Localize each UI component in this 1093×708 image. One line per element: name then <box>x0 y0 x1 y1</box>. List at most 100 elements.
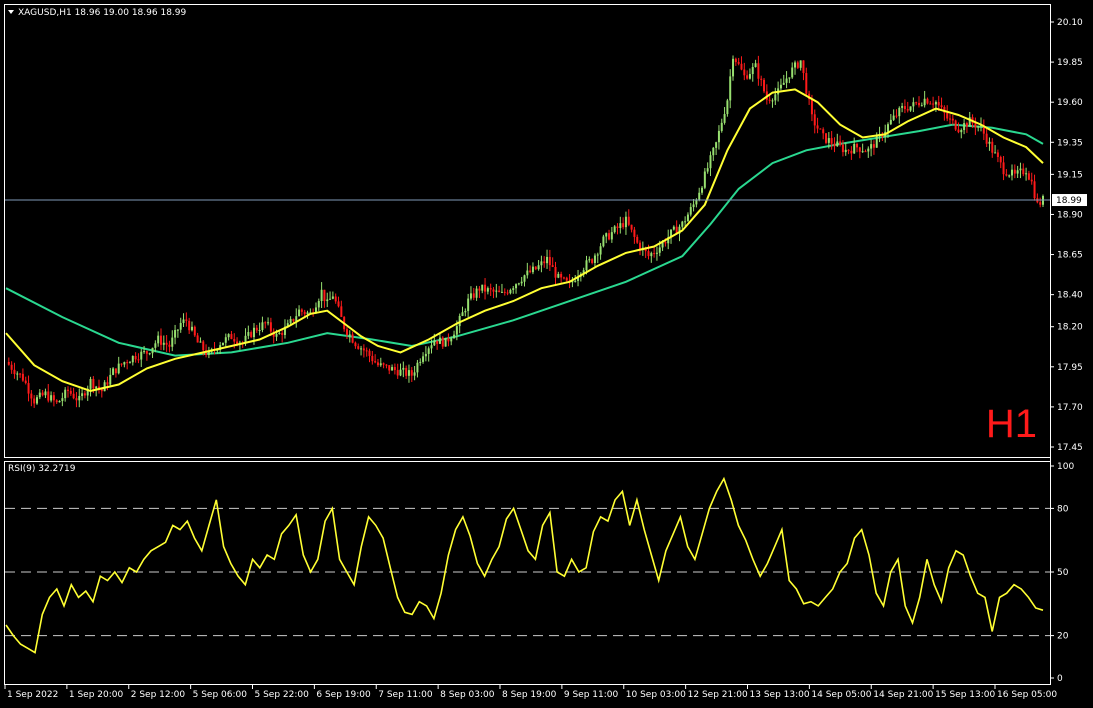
candle-body <box>95 386 98 389</box>
candle-body <box>179 322 182 330</box>
candle-body <box>44 391 47 396</box>
candle-body <box>393 367 396 371</box>
candle-body <box>729 76 732 101</box>
candle-body <box>1011 169 1014 176</box>
price-tick-label: 17.95 <box>1057 363 1083 373</box>
candle-body <box>732 58 735 77</box>
candle-body <box>949 118 952 120</box>
candle-body <box>602 236 605 247</box>
candle-body <box>788 77 791 79</box>
candle-body <box>140 351 143 360</box>
candle-body <box>269 322 272 332</box>
candle-body <box>430 345 433 349</box>
candle-body <box>467 298 470 312</box>
candle-body <box>999 157 1002 163</box>
candle-body <box>289 318 292 324</box>
time-tick-label: 7 Sep 11:00 <box>378 690 433 700</box>
candle-body <box>853 143 856 154</box>
time-tick-label: 6 Sep 19:00 <box>316 690 371 700</box>
candle-body <box>889 119 892 125</box>
candle-body <box>379 363 382 366</box>
candle-body <box>619 223 622 228</box>
candle-body <box>593 255 596 263</box>
candle-body <box>802 60 805 74</box>
candle-body <box>977 126 980 128</box>
price-tick-label: 19.85 <box>1057 58 1083 68</box>
candle-body <box>512 288 515 290</box>
candle-body <box>134 355 137 360</box>
time-tick-label: 9 Sep 11:00 <box>564 690 619 700</box>
candle-body <box>858 147 861 152</box>
candle-body <box>918 102 921 106</box>
candle-body <box>382 363 385 365</box>
candle-body <box>469 293 472 299</box>
candle-body <box>585 260 588 271</box>
symbol-menu-triangle-icon[interactable] <box>8 10 14 14</box>
candle-body <box>712 147 715 156</box>
candle-body <box>1019 168 1022 171</box>
candle-body <box>847 149 850 151</box>
candle-body <box>402 367 405 370</box>
candle-body <box>937 102 940 106</box>
candle-body <box>484 284 487 292</box>
ma-slow-line <box>5 123 1044 357</box>
candle-body <box>1013 169 1016 174</box>
candle-body <box>757 63 760 79</box>
candle-body <box>224 337 227 343</box>
candle-body <box>145 351 148 354</box>
candle-body <box>630 224 633 230</box>
time-axis: 1 Sep 2022 1 Sep 20:00 2 Sep 12:00 5 Sep 06… <box>4 685 1057 700</box>
candle-body <box>478 288 481 291</box>
candle-body <box>791 67 794 78</box>
time-tick-label: 8 Sep 19:00 <box>502 690 557 700</box>
candle-body <box>827 138 830 143</box>
candle-body <box>565 277 568 281</box>
candle-body <box>148 353 151 355</box>
candle-body <box>706 168 709 172</box>
candle-body <box>520 281 523 284</box>
candle-body <box>109 374 112 385</box>
candle-body <box>55 400 58 403</box>
candle-body <box>405 367 408 376</box>
candle-body <box>267 322 270 324</box>
candle-body <box>624 216 627 228</box>
candle-body <box>898 107 901 117</box>
candle-body <box>171 337 174 347</box>
trading-chart[interactable]: 18.99 20.10 19.85 19.60 19.35 19.15 18.90 18.6… <box>0 0 1093 708</box>
candle-body <box>162 342 165 345</box>
candle-body <box>934 102 937 105</box>
candle-body <box>698 192 701 201</box>
candle-body <box>385 364 388 366</box>
candle-body <box>932 103 935 105</box>
candle-body <box>323 289 326 302</box>
candle-body <box>861 151 864 153</box>
candle-body <box>895 115 898 117</box>
candle-body <box>988 141 991 144</box>
candle-body <box>227 334 230 338</box>
candle-body <box>850 150 853 154</box>
candle-body <box>120 363 123 365</box>
candle-body <box>923 98 926 106</box>
candle-body <box>199 341 202 343</box>
candle-body <box>647 251 650 257</box>
candle-body <box>1005 174 1008 176</box>
candle-body <box>599 246 602 255</box>
candle-body <box>320 289 323 302</box>
candle-body <box>66 389 69 391</box>
candle-body <box>867 148 870 152</box>
time-tick-label: 5 Sep 22:00 <box>255 690 310 700</box>
candle-body <box>588 259 591 261</box>
candle-body <box>357 346 360 349</box>
candle-body <box>562 277 565 279</box>
price-tick-label: 19.15 <box>1057 170 1083 180</box>
candle-body <box>455 326 458 335</box>
candle-body <box>419 361 422 363</box>
candle-body <box>489 288 492 290</box>
candle-body <box>354 342 357 347</box>
candle-body <box>331 296 334 299</box>
candle-body <box>13 369 16 375</box>
candle-body <box>35 397 38 404</box>
candle-body <box>348 334 351 336</box>
candle-body <box>438 337 441 344</box>
candle-body <box>396 370 399 376</box>
